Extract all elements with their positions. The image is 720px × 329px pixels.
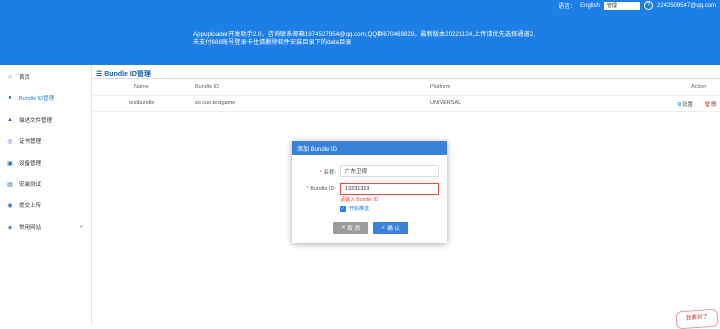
- english-link[interactable]: English: [580, 3, 600, 9]
- delete-button[interactable]: 🗑删: [704, 100, 717, 108]
- header-divider: [92, 95, 720, 96]
- name-field-value: 广东卫视: [345, 169, 368, 175]
- app-header: 语言： English 管理 ? 2242509547@qq.com Appup…: [0, 0, 720, 65]
- help-icon[interactable]: ?: [643, 1, 653, 10]
- account-select-value: 管理: [606, 3, 617, 9]
- column-header-name: Name: [134, 84, 149, 90]
- sidebar-item-label: 设备管理: [19, 161, 42, 167]
- dialog-title: 添加 Bundle ID: [292, 141, 447, 155]
- id-icon: ●: [8, 95, 12, 101]
- sidebar-item-home[interactable]: ⌂ 首页: [0, 68, 91, 86]
- column-header-action: Action: [691, 84, 707, 90]
- sidebar-item-devices[interactable]: ▣ 设备管理: [0, 154, 91, 172]
- sidebar-item-websites[interactable]: ◈ 常用网站 ∨: [0, 218, 91, 236]
- page-title-text: Bundle ID管理: [104, 71, 151, 78]
- cancel-button[interactable]: ✕ 取 消: [333, 222, 368, 234]
- bundle-id-field[interactable]: 13231313: [340, 183, 439, 195]
- header-toolbar: 语言： English 管理 ? 2242509547@qq.com: [558, 1, 716, 10]
- settings-button[interactable]: ⚙设置: [677, 100, 693, 108]
- bundle-id-field-value: 13231313: [345, 186, 370, 192]
- notice-line-1: Appuploader开发助手2.0，咨询联系邮箱1974527954@qq.c…: [193, 31, 535, 38]
- cell-platform: UNIVERSAL: [430, 100, 462, 106]
- account-select[interactable]: 管理: [603, 1, 640, 10]
- cell-name: testbundle: [129, 100, 155, 106]
- user-email: 2242509547@qq.com: [656, 2, 716, 9]
- bundle-id-label: * Bundle ID:: [306, 186, 336, 192]
- language-label: 语言：: [558, 4, 577, 10]
- column-header-platform: Platform: [430, 84, 451, 90]
- name-field[interactable]: 广东卫视: [340, 165, 439, 177]
- check-icon: ✓: [340, 205, 346, 212]
- title-divider: [92, 78, 720, 79]
- chevron-down-icon: ∨: [79, 224, 83, 230]
- column-header-bundle-id: Bundle ID: [195, 84, 220, 90]
- push-checkbox-label: 开始推送: [349, 206, 370, 212]
- cancel-label: 取 消: [347, 226, 360, 232]
- notice-text: Appuploader开发助手2.0，咨询联系邮箱1974527954@qq.c…: [193, 31, 535, 47]
- sidebar-item-label: 安装测试: [19, 182, 42, 188]
- sidebar-item-bundle-id[interactable]: ● Bundle ID管理: [0, 89, 91, 107]
- sidebar: ⌂ 首页 ● Bundle ID管理 ▲ 描述文件管理 ◎ 证书管理 ▣ 设备管…: [0, 65, 92, 326]
- push-checkbox[interactable]: ✓ 开始推送: [340, 205, 369, 212]
- sidebar-item-upload[interactable]: ◉ 提交上传: [0, 196, 91, 214]
- sidebar-item-label: Bundle ID管理: [19, 96, 55, 102]
- add-bundle-id-dialog: 添加 Bundle ID * 名称: 广东卫视 * Bundle ID: 132…: [292, 141, 447, 243]
- trash-icon: 🗑: [704, 102, 711, 108]
- delete-label: 删: [710, 102, 717, 108]
- upload-icon: ◉: [7, 202, 13, 209]
- name-label: * 名称:: [319, 170, 336, 176]
- profile-icon: ▲: [7, 117, 13, 123]
- settings-label: 设置: [681, 102, 693, 108]
- row-divider: [92, 111, 720, 112]
- confirm-button[interactable]: ✓ 确 认: [373, 222, 408, 234]
- certificate-icon: ◎: [7, 138, 13, 145]
- device-icon: ▣: [7, 160, 13, 167]
- sidebar-item-label: 提交上传: [19, 203, 42, 209]
- sidebar-item-label: 描述文件管理: [19, 118, 53, 124]
- website-icon: ◈: [7, 224, 13, 231]
- sidebar-item-install-test[interactable]: ▤ 安装测试: [0, 175, 91, 193]
- bundle-id-error: 请输入 Bundle ID: [340, 197, 379, 203]
- cell-bundle-id: so.cuo.testgame: [195, 100, 236, 106]
- sidebar-item-label: 常用网站: [19, 225, 42, 231]
- list-icon: ☰: [96, 71, 103, 78]
- install-icon: ▤: [7, 181, 13, 188]
- notice-line-2: 未支付688账号登录卡住请删除软件安装目录下的data目录: [193, 39, 352, 46]
- sidebar-item-profiles[interactable]: ▲ 描述文件管理: [0, 111, 91, 129]
- confirm-label: 确 认: [387, 226, 400, 232]
- home-icon: ⌂: [8, 74, 12, 80]
- sidebar-item-label: 首页: [19, 75, 31, 81]
- sidebar-item-certificates[interactable]: ◎ 证书管理: [0, 132, 91, 150]
- sidebar-item-label: 证书管理: [19, 139, 42, 145]
